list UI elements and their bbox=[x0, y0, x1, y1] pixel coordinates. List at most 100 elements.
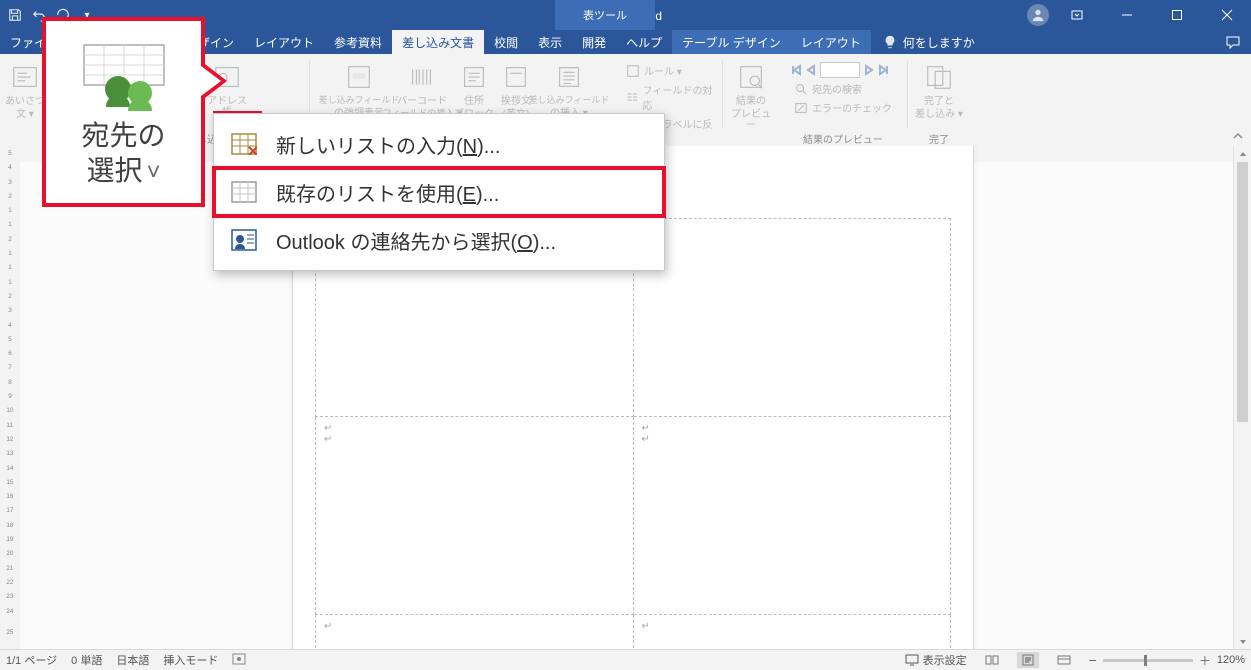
greeting-text-l1: あいさつ bbox=[5, 96, 45, 107]
zoom-in-button[interactable]: ＋ bbox=[1199, 652, 1211, 669]
tab-layout[interactable]: レイアウト bbox=[244, 30, 324, 54]
view-print-layout-button[interactable] bbox=[1017, 652, 1039, 668]
paragraph-mark-icon: ↵ bbox=[642, 423, 943, 434]
callout-line2: 選択 bbox=[86, 155, 142, 186]
display-settings-label: 表示設定 bbox=[923, 652, 967, 668]
match-fields-label: フィールドの対応 bbox=[643, 82, 714, 112]
label-cell[interactable]: ↵ bbox=[633, 615, 951, 651]
find-recipient-icon bbox=[794, 82, 808, 96]
finish-merge-l1: 完了と bbox=[924, 96, 954, 107]
record-number-box[interactable] bbox=[820, 62, 860, 78]
menu-item-use-existing-list-post: )... bbox=[476, 184, 499, 206]
tab-help-label: ヘルプ bbox=[626, 34, 662, 51]
chevron-down-icon: ˅ bbox=[146, 159, 160, 186]
scrollbar-thumb[interactable] bbox=[1237, 162, 1248, 422]
address-block-button[interactable]: 住所 ブロック bbox=[454, 60, 494, 120]
match-fields-button[interactable]: フィールドの対応 bbox=[622, 81, 718, 113]
find-recipient-button[interactable]: 宛先の検索 bbox=[790, 80, 896, 97]
tab-table-design[interactable]: テーブル デザイン bbox=[672, 30, 791, 54]
vertical-ruler[interactable]: 5432112111234567891011121314151617181920… bbox=[0, 146, 21, 650]
paragraph-mark-icon: ↵ bbox=[642, 225, 943, 236]
finish-merge-button[interactable]: 完了と 差し込み ▾ bbox=[914, 60, 964, 120]
ribbon-display-options-icon[interactable] bbox=[1055, 0, 1099, 30]
label-cell[interactable]: ↵ bbox=[316, 615, 634, 651]
scroll-down-icon[interactable] bbox=[1234, 634, 1251, 650]
tab-view-label: 表示 bbox=[538, 34, 562, 51]
tab-table-layout-label: レイアウト bbox=[801, 34, 861, 51]
tab-references[interactable]: 参考資料 bbox=[324, 30, 392, 54]
status-insert-mode[interactable]: 挿入モード bbox=[163, 652, 218, 668]
scroll-up-icon[interactable] bbox=[1234, 146, 1251, 162]
paragraph-mark-icon: ↵ bbox=[324, 423, 625, 434]
menu-item-use-existing-list-accel: E bbox=[463, 184, 476, 206]
address-block-icon bbox=[457, 60, 491, 94]
annotation-callout-select-recipients: 宛先の 選択˅ bbox=[42, 17, 205, 207]
greeting-text-l2: 文 ▾ bbox=[16, 109, 34, 120]
tab-mailings[interactable]: 差し込み文書 bbox=[392, 30, 484, 54]
highlight-merge-fields-button[interactable]: 差し込みフィールド の強調表示 bbox=[328, 60, 390, 119]
prev-record-icon bbox=[805, 64, 817, 76]
preview-results-icon bbox=[734, 60, 768, 94]
macro-record-icon[interactable] bbox=[232, 653, 246, 668]
use-existing-list-icon bbox=[230, 180, 258, 204]
highlight-merge-fields-l1: 差し込みフィールド bbox=[319, 96, 400, 106]
select-recipients-large-icon bbox=[78, 41, 170, 114]
tab-table-layout[interactable]: レイアウト bbox=[791, 30, 871, 54]
menu-item-outlook-contacts[interactable]: Outlook の連絡先から選択(O)... bbox=[214, 216, 664, 264]
rules-icon bbox=[626, 64, 640, 78]
menu-item-type-new-list-accel: N bbox=[463, 136, 477, 158]
menu-item-use-existing-list[interactable]: 既存のリストを使用(E)... bbox=[214, 168, 664, 216]
status-page[interactable]: 1/1 ページ bbox=[6, 652, 57, 668]
check-errors-icon bbox=[794, 101, 808, 115]
tab-review-label: 校閲 bbox=[494, 34, 518, 51]
tab-review[interactable]: 校閲 bbox=[484, 30, 528, 54]
view-web-layout-button[interactable] bbox=[1053, 652, 1075, 668]
display-settings-icon bbox=[905, 654, 919, 666]
comments-button[interactable] bbox=[1215, 30, 1251, 54]
rules-label: ルール ▾ bbox=[644, 63, 682, 78]
rules-button[interactable]: ルール ▾ bbox=[622, 62, 718, 79]
tell-me-search[interactable]: 何をしますか bbox=[871, 30, 987, 54]
tab-table-design-label: テーブル デザイン bbox=[682, 34, 781, 51]
preview-results-button[interactable]: 結果の プレビュー bbox=[728, 60, 774, 131]
insert-merge-field-button[interactable]: 差し込みフィールド の挿入 ▾ bbox=[538, 60, 600, 119]
vertical-scrollbar[interactable] bbox=[1233, 146, 1251, 650]
view-read-mode-button[interactable] bbox=[981, 652, 1003, 668]
label-cell[interactable]: ↵↵ bbox=[316, 417, 634, 615]
status-words[interactable]: 0 単語 bbox=[71, 652, 102, 668]
label-grid-table: ↵ ↵ ↵↵ ↵↵ ↵ ↵ bbox=[315, 218, 951, 650]
finish-merge-l2: 差し込み ▾ bbox=[915, 109, 963, 120]
save-icon[interactable] bbox=[8, 8, 22, 22]
contextual-tab-table-tools: 表ツール bbox=[555, 0, 655, 30]
check-errors-button[interactable]: エラーのチェック bbox=[790, 99, 896, 116]
maximize-button[interactable] bbox=[1155, 0, 1199, 30]
greeting-line-button[interactable]: 挨拶文 (英文) bbox=[496, 60, 536, 120]
paragraph-mark-icon: ↵ bbox=[642, 434, 943, 445]
display-settings-button[interactable]: 表示設定 bbox=[905, 652, 967, 668]
preview-results-l2: プレビュー bbox=[728, 109, 774, 131]
record-pager[interactable] bbox=[790, 62, 896, 78]
zoom-control[interactable]: − ＋ 120% bbox=[1089, 652, 1245, 669]
menu-item-type-new-list-post: )... bbox=[477, 136, 500, 158]
zoom-out-button[interactable]: − bbox=[1089, 652, 1097, 668]
tell-me-label: 何をしますか bbox=[903, 34, 975, 51]
collapse-ribbon-button[interactable] bbox=[1229, 130, 1247, 144]
tab-help[interactable]: ヘルプ bbox=[616, 30, 672, 54]
status-language[interactable]: 日本語 bbox=[116, 652, 149, 668]
account-avatar[interactable] bbox=[1027, 4, 1049, 26]
barcode-field-button[interactable]: バーコード フィールドの挿入 ▾ bbox=[392, 60, 452, 119]
next-record-icon bbox=[863, 64, 875, 76]
label-cell[interactable]: ↵ bbox=[633, 219, 951, 417]
minimize-button[interactable] bbox=[1105, 0, 1149, 30]
finish-merge-icon bbox=[922, 60, 956, 94]
barcode-field-l1: バーコード bbox=[397, 96, 447, 107]
tab-view[interactable]: 表示 bbox=[528, 30, 572, 54]
zoom-slider[interactable] bbox=[1103, 659, 1193, 662]
zoom-percent[interactable]: 120% bbox=[1217, 654, 1245, 666]
close-button[interactable] bbox=[1205, 0, 1249, 30]
match-fields-icon bbox=[626, 90, 639, 104]
label-cell[interactable]: ↵↵ bbox=[633, 417, 951, 615]
menu-item-outlook-contacts-pre: Outlook の連絡先から選択( bbox=[276, 232, 517, 254]
menu-item-type-new-list[interactable]: 新しいリストの入力(N)... bbox=[214, 120, 664, 168]
tab-developer[interactable]: 開発 bbox=[572, 30, 616, 54]
